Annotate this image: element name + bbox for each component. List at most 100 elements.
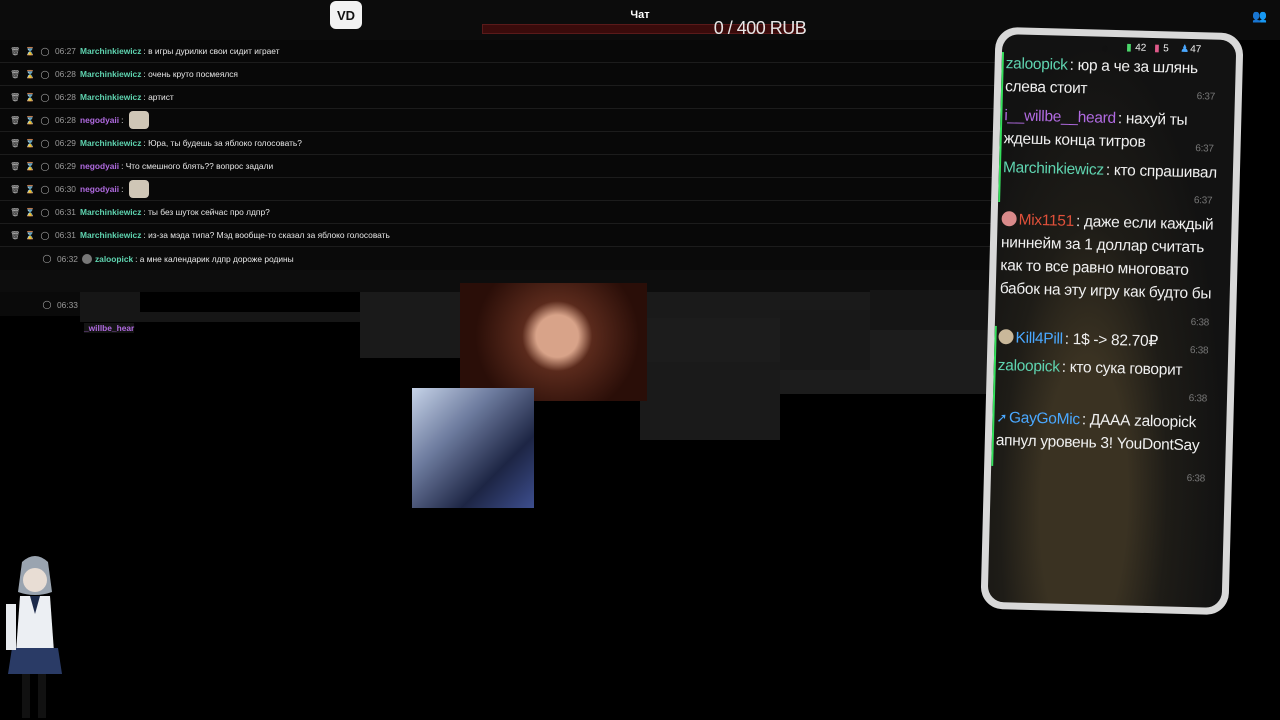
chat-row: 🗑 ⌛ ◯ 06:30 negodyaii:	[0, 178, 1000, 201]
message-text: ты без шуток сейчас про лдпр?	[148, 207, 270, 217]
timeout-icon[interactable]: ⌛	[25, 185, 35, 194]
message-time: 06:30	[55, 184, 76, 194]
message-time: 6:37	[1195, 143, 1214, 155]
chat-row: 🗑 ⌛ ◯ 06:31 Marchinkiewicz: ты без шуток сей…	[0, 201, 1000, 224]
username[interactable]: Marchinkiewicz	[80, 207, 141, 217]
username[interactable]: Marchinkiewicz	[80, 46, 141, 56]
cat-emote	[128, 111, 149, 129]
delete-icon[interactable]: 🗑	[10, 47, 20, 56]
lightning-badge-icon: ➚	[996, 410, 1008, 426]
username[interactable]: Mix1151	[1018, 212, 1074, 230]
message-time: 06:31	[55, 207, 76, 217]
message-time: 06:28	[55, 115, 76, 125]
timeout-icon[interactable]: ⌛	[25, 47, 35, 56]
app-logo[interactable]: VD	[330, 1, 362, 29]
timeout-icon[interactable]: ⌛	[25, 139, 35, 148]
chat-row: ◯ 06:32 zaloopick: а мне календарик лдпр д…	[0, 247, 1000, 270]
k-count: 42	[1135, 42, 1147, 54]
timeout-icon[interactable]: ⌛	[25, 162, 35, 171]
phone-chat-message: i__willbe__heard: нахуй ты ждешь конца т…	[1003, 104, 1222, 156]
message-text: а мне календарик лдпр дороже родины	[139, 253, 294, 264]
phone-chat-message: Mix1151: даже если каждый ниннейм за 1 д…	[1000, 208, 1220, 329]
message-time: 06:29	[55, 161, 76, 171]
username[interactable]: i__willbe__heard	[1004, 107, 1116, 127]
badge-count: 5	[1163, 43, 1169, 55]
message-text: в игры дурилки свои сидит играет	[148, 46, 280, 56]
username[interactable]: Marchinkiewicz	[80, 92, 141, 102]
chat-row: 🗑 ⌛ ◯ 06:31 Marchinkiewicz: из-за мэда типа?…	[0, 224, 1000, 247]
username[interactable]: Marchinkiewicz	[80, 138, 141, 148]
delete-icon[interactable]: 🗑	[10, 162, 20, 171]
message-time: 06:31	[55, 230, 76, 240]
phone-chat-message: Marchinkiewicz: кто спрашивал 6:37	[1003, 156, 1222, 206]
user-avatar-icon	[998, 329, 1014, 345]
phone-chat-message: zaloopick: юр а че за шлянь слева стоит 6…	[1005, 52, 1224, 104]
woman-photo	[460, 283, 647, 401]
username[interactable]: negodyaii	[80, 184, 119, 194]
delete-icon[interactable]: 🗑	[10, 231, 20, 240]
message-text: Юра, ты будешь за яблоко голосовать?	[148, 138, 302, 148]
message-text: 1$ -> 82.70₽	[1072, 330, 1159, 351]
k-icon: ▮	[1126, 42, 1132, 54]
username[interactable]: negodyaii	[80, 115, 119, 125]
shield-icon[interactable]: ◯	[40, 162, 50, 171]
message-text: кто сука говорит	[1069, 358, 1183, 379]
shield-icon[interactable]: ◯	[40, 70, 50, 79]
delete-icon[interactable]: 🗑	[10, 70, 20, 79]
shield-icon[interactable]: ◯	[40, 93, 50, 102]
timeout-icon[interactable]: ⌛	[25, 93, 35, 102]
message-time: 6:38	[1188, 393, 1208, 405]
chat-row: 🗑 ⌛ ◯ 06:29 Marchinkiewicz: Юра, ты будешь з…	[0, 132, 1000, 155]
message-time: 06:27	[55, 46, 76, 56]
username[interactable]: Marchinkiewicz	[80, 69, 141, 79]
message-text: из-за мэда типа? Мэд вообще-то сказал за…	[148, 230, 390, 240]
shield-icon[interactable]: ◯	[40, 231, 50, 240]
timeout-icon[interactable]: ⌛	[25, 70, 35, 79]
user-badge-icon	[81, 253, 92, 264]
phone-screen: ▮ 42 ▮ 5 ♟ 47 zaloopick: юр а че за шлян…	[987, 34, 1237, 608]
shield-icon[interactable]: ◯	[40, 116, 50, 125]
message-time: 6:38	[1186, 473, 1206, 485]
chat-row: 🗑 ⌛ ◯ 06:28 negodyaii:	[0, 109, 1000, 132]
shield-icon[interactable]: ◯	[42, 254, 52, 263]
username[interactable]: negodyaii	[80, 161, 119, 171]
phone-chat-message: zaloopick: кто сука говорит 6:38	[997, 354, 1216, 404]
message-time: 06:28	[55, 69, 76, 79]
viewers-icon: ♟	[1179, 43, 1190, 55]
delete-icon[interactable]: 🗑	[10, 116, 20, 125]
username[interactable]: Marchinkiewicz	[80, 230, 141, 240]
message-time: 06:32	[57, 253, 78, 264]
shield-icon[interactable]: ◯	[40, 139, 50, 148]
shield-icon[interactable]: ◯	[40, 208, 50, 217]
timeout-icon[interactable]: ⌛	[25, 231, 35, 240]
username[interactable]: zaloopick	[1005, 55, 1067, 74]
phone-chat-widget: ▮ 42 ▮ 5 ♟ 47 zaloopick: юр а че за шлян…	[980, 26, 1244, 616]
delete-icon[interactable]: 🗑	[10, 185, 20, 194]
timeout-icon[interactable]: ⌛	[25, 116, 35, 125]
users-icon[interactable]: 👥	[1252, 9, 1268, 23]
timeout-icon[interactable]: ⌛	[25, 208, 35, 217]
shield-icon[interactable]: ◯	[40, 185, 50, 194]
delete-icon[interactable]: 🗑	[10, 93, 20, 102]
username[interactable]: Marchinkiewicz	[1003, 159, 1104, 179]
chat-row: 🗑 ⌛ ◯ 06:28 Marchinkiewicz: очень круто посм…	[0, 63, 1000, 86]
message-time: 6:37	[1196, 91, 1216, 103]
delete-icon[interactable]: 🗑	[10, 139, 20, 148]
message-text: Что смешного блять?? вопрос задали	[125, 161, 274, 171]
delete-icon[interactable]: 🗑	[10, 208, 20, 217]
user-avatar-icon	[1001, 211, 1017, 227]
vtuber-avatar	[6, 556, 62, 718]
chat-row: 🗑 ⌛ ◯ 06:28 Marchinkiewicz: артист	[0, 86, 1000, 109]
username[interactable]: zaloopick	[998, 357, 1060, 376]
message-text: очень круто посмеялся	[148, 69, 238, 79]
username[interactable]: GayGoMic	[1009, 409, 1080, 428]
shield-icon[interactable]: ◯	[40, 47, 50, 56]
chat-row: 🗑 ⌛ ◯ 06:27 Marchinkiewicz: в игры дурилки с…	[0, 40, 1000, 63]
man-photo	[412, 388, 534, 508]
username[interactable]: zaloopick	[95, 254, 133, 264]
message-text: артист	[148, 92, 174, 102]
message-text: кто спрашивал	[1113, 161, 1218, 182]
message-time: 6:37	[1193, 195, 1213, 207]
username[interactable]: Kill4Pill	[1015, 329, 1063, 347]
badge-icon: ▮	[1154, 43, 1160, 55]
